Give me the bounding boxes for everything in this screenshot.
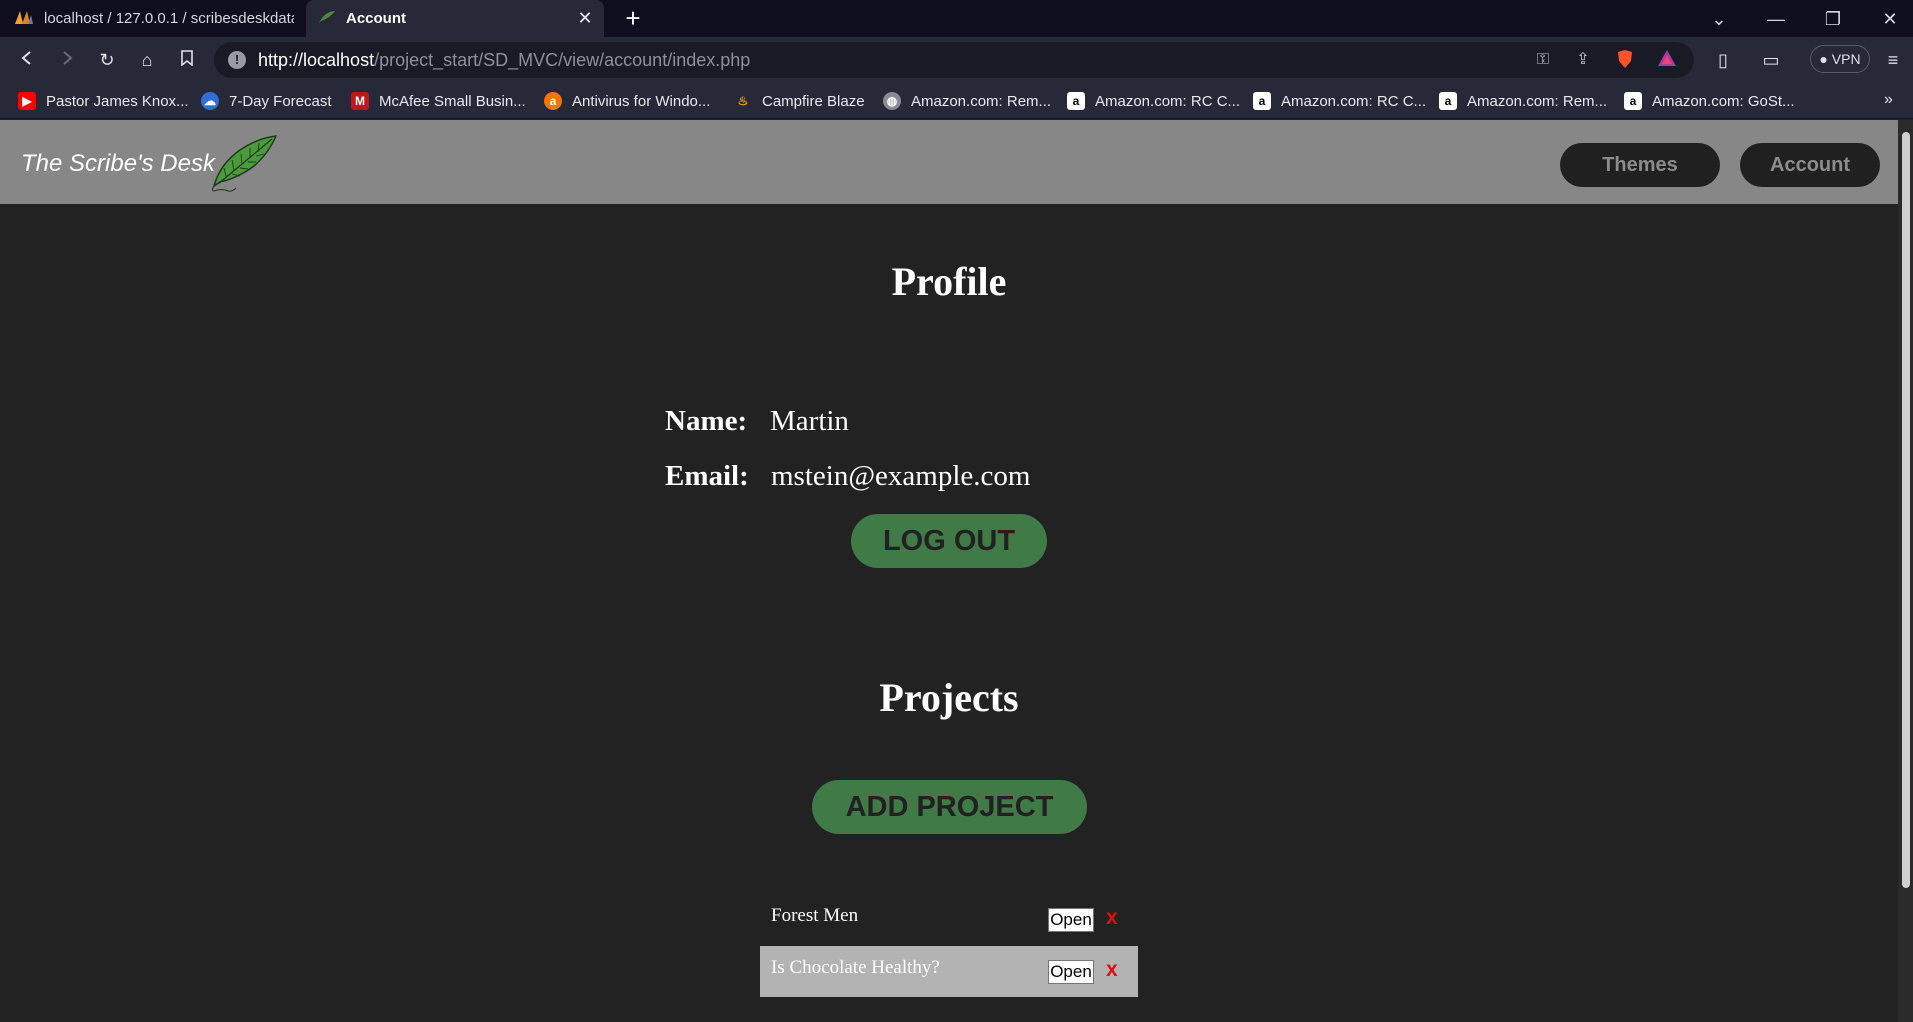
share-icon[interactable]: ⇪ — [1572, 49, 1594, 71]
bookmark-item[interactable]: ▶ Pastor James Knox... — [18, 91, 189, 111]
minimize-button[interactable]: — — [1763, 6, 1789, 32]
avast-icon: a — [544, 92, 562, 110]
menu-icon[interactable]: ≡ — [1880, 47, 1906, 73]
name-label: Name: — [665, 405, 748, 437]
browser-tab-bar: localhost / 127.0.0.1 / scribesdeskdatab… — [0, 0, 1913, 37]
bookmark-item[interactable]: a Amazon.com: RC C... — [1253, 91, 1426, 111]
youtube-icon: ▶ — [18, 92, 36, 110]
bookmark-label: Amazon.com: RC C... — [1281, 92, 1427, 110]
open-project-button[interactable]: Open — [1048, 908, 1094, 932]
bookmark-label: Amazon.com: GoSt... — [1652, 92, 1795, 110]
weather-icon: ☁ — [201, 92, 219, 110]
bookmark-item[interactable]: ◍ Amazon.com: Rem... — [883, 91, 1051, 111]
bookmark-label: McAfee Small Busin... — [379, 92, 526, 110]
email-label: Email: — [665, 460, 749, 492]
url-host: http://localhost — [258, 50, 375, 70]
email-value: mstein@example.com — [771, 460, 1031, 492]
back-button[interactable] — [14, 47, 40, 73]
add-project-button[interactable]: ADD PROJECT — [812, 780, 1087, 834]
key-icon[interactable]: ⚿ — [1532, 49, 1554, 71]
wallet-icon[interactable]: ▭ — [1758, 47, 1784, 73]
site-info-icon[interactable]: ! — [228, 51, 246, 69]
tab-account[interactable]: Account ✕ — [306, 0, 604, 37]
phpmyadmin-icon — [14, 9, 34, 29]
amazon-icon: a — [1439, 92, 1457, 110]
site-header: The Scribe's Desk Themes Account — [0, 120, 1898, 204]
feather-quill-icon — [206, 134, 278, 192]
profile-heading: Profile — [891, 259, 1007, 304]
delete-project-button[interactable]: x — [1106, 906, 1118, 930]
projects-heading: Projects — [879, 675, 1019, 720]
brave-shield-icon[interactable] — [1614, 49, 1636, 71]
bookmark-label: Antivirus for Windo... — [572, 92, 711, 110]
bookmark-label: Amazon.com: RC C... — [1095, 92, 1241, 110]
bookmark-label: 7-Day Forecast — [229, 92, 332, 110]
project-name: Is Chocolate Healthy? — [771, 957, 940, 978]
name-value: Martin — [770, 405, 849, 437]
sidebar-icon[interactable]: ▯ — [1710, 47, 1736, 73]
site-title[interactable]: The Scribe's Desk — [21, 150, 215, 178]
globe-icon: ◍ — [883, 92, 901, 110]
forward-button[interactable] — [54, 47, 80, 73]
mcafee-icon: M — [351, 92, 369, 110]
amazon-icon: a — [1624, 92, 1642, 110]
open-project-button[interactable]: Open — [1048, 960, 1094, 984]
reload-icon[interactable]: ↻ — [94, 47, 120, 73]
close-tab-icon[interactable]: ✕ — [576, 9, 594, 27]
bookmark-item[interactable]: ♨ Campfire Blaze — [734, 91, 865, 111]
bookmark-label: Pastor James Knox... — [46, 92, 189, 110]
page-scrollbar[interactable] — [1898, 120, 1913, 1022]
bookmark-label: Amazon.com: Rem... — [1467, 92, 1608, 110]
account-button[interactable]: Account — [1740, 143, 1880, 187]
bookmark-item[interactable]: a Amazon.com: GoSt... — [1624, 91, 1795, 111]
url-path: /project_start/SD_MVC/view/account/index… — [374, 50, 751, 70]
bookmark-label: Amazon.com: Rem... — [911, 92, 1052, 110]
feather-icon — [318, 10, 336, 28]
bookmark-item[interactable]: a Antivirus for Windo... — [544, 91, 710, 111]
amazon-icon: a — [1253, 92, 1271, 110]
close-window-button[interactable]: ✕ — [1877, 6, 1903, 32]
tab-title: Account — [346, 10, 406, 27]
new-tab-button[interactable]: + — [620, 5, 646, 32]
bookmark-item[interactable]: M McAfee Small Busin... — [351, 91, 526, 111]
bookmark-label: Campfire Blaze — [762, 92, 865, 110]
project-row: Forest Men Open x — [760, 893, 1138, 944]
scrollbar-thumb[interactable] — [1902, 132, 1910, 888]
amazon-icon: a — [1067, 92, 1085, 110]
tab-search-icon[interactable]: ⌄ — [1706, 6, 1732, 32]
home-icon[interactable]: ⌂ — [134, 47, 160, 73]
bookmark-icon[interactable] — [174, 47, 200, 73]
tab-title: localhost / 127.0.0.1 / scribesdeskdatab — [44, 10, 294, 27]
more-bookmarks-icon[interactable]: » — [1884, 91, 1893, 109]
tab-phpmyadmin[interactable]: localhost / 127.0.0.1 / scribesdeskdatab — [0, 0, 302, 37]
vpn-label: VPN — [1831, 51, 1861, 67]
project-row: Is Chocolate Healthy? Open x — [760, 946, 1138, 997]
bookmark-item[interactable]: a Amazon.com: Rem... — [1439, 91, 1607, 111]
bookmark-item[interactable]: ☁ 7-Day Forecast — [201, 91, 332, 111]
address-bar[interactable]: ! http://localhost/project_start/SD_MVC/… — [214, 42, 1694, 78]
project-name: Forest Men — [771, 905, 859, 926]
logout-button[interactable]: LOG OUT — [851, 514, 1047, 568]
bookmarks-bar: ▶ Pastor James Knox... ☁ 7-Day Forecast … — [0, 83, 1913, 119]
vpn-button[interactable]: ● VPN — [1810, 45, 1870, 73]
bookmark-item[interactable]: a Amazon.com: RC C... — [1067, 91, 1240, 111]
brave-rewards-icon[interactable] — [1656, 49, 1678, 71]
themes-button[interactable]: Themes — [1560, 143, 1720, 187]
url-text[interactable]: http://localhost/project_start/SD_MVC/vi… — [258, 50, 750, 71]
browser-toolbar: ↻ ⌂ ! http://localhost/project_start/SD_… — [0, 37, 1913, 83]
flame-icon: ♨ — [737, 94, 749, 108]
restore-button[interactable]: ❐ — [1820, 6, 1846, 32]
delete-project-button[interactable]: x — [1106, 958, 1118, 982]
